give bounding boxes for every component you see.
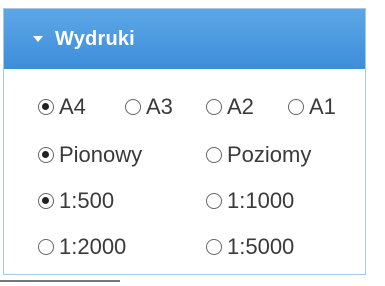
format-option-a3[interactable]: A3 [125,94,173,120]
scale-label: 1:500 [59,188,115,213]
format-label: A2 [227,94,254,119]
scale-label: 1:2000 [59,234,127,259]
format-label: A1 [309,94,336,119]
scale-option-1000[interactable]: 1:1000 [206,188,294,214]
orientation-option-landscape[interactable]: Poziomy [206,142,311,168]
scale-label: 1:5000 [227,234,295,259]
format-option-a2[interactable]: A2 [206,94,254,120]
divider [0,280,120,282]
radio-scale-500[interactable] [38,193,54,209]
format-row: A4 A3 A2 A1 [4,94,365,134]
orientation-label: Poziomy [227,142,312,167]
scale-option-5000[interactable]: 1:5000 [206,234,294,260]
chevron-down-icon [33,36,43,42]
scale-label: 1:1000 [227,188,295,213]
radio-a3[interactable] [125,99,141,115]
radio-a1[interactable] [288,99,304,115]
orientation-label: Pionowy [59,142,143,167]
orientation-option-portrait[interactable]: Pionowy [38,142,142,168]
format-label: A4 [59,94,86,119]
radio-scale-1000[interactable] [206,193,222,209]
scale-option-500[interactable]: 1:500 [38,188,114,214]
radio-a4[interactable] [38,99,54,115]
scale-option-2000[interactable]: 1:2000 [38,234,126,260]
orientation-row: Pionowy Poziomy [4,142,365,182]
format-option-a4[interactable]: A4 [38,94,86,120]
scale-row-2: 1:2000 1:5000 [4,234,365,274]
radio-scale-2000[interactable] [38,239,54,255]
radio-portrait[interactable] [38,147,54,163]
prints-panel: Wydruki A4 A3 A2 A1 Pionowy Poziomy 1:50… [3,8,366,275]
radio-a2[interactable] [206,99,222,115]
format-label: A3 [146,94,173,119]
scale-row-1: 1:500 1:1000 [4,188,365,228]
radio-landscape[interactable] [206,147,222,163]
radio-scale-5000[interactable] [206,239,222,255]
format-option-a1[interactable]: A1 [288,94,336,120]
panel-title: Wydruki [55,27,135,50]
panel-header[interactable]: Wydruki [4,9,365,69]
